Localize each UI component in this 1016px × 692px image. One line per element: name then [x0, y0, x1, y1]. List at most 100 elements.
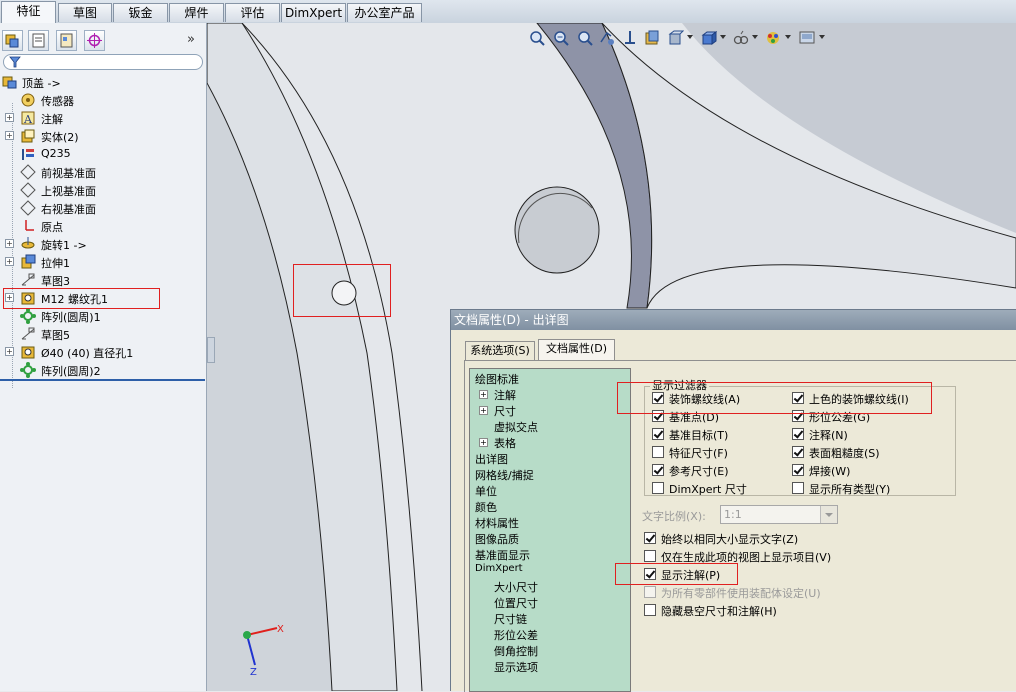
configuration-manager-tab[interactable] [56, 30, 77, 51]
nav-item[interactable]: 出详图 [475, 451, 508, 467]
expand-icon[interactable]: + [5, 113, 14, 122]
scene-dropdown-icon[interactable] [819, 35, 825, 39]
view-cube-icon[interactable] [701, 30, 718, 46]
option-checkbox[interactable] [644, 550, 656, 562]
text-scale-label: 文字比例(X): [642, 510, 706, 523]
edit-appearance-icon[interactable] [765, 30, 781, 46]
zoom-selection-icon[interactable] [577, 30, 593, 46]
tree-item[interactable]: 右视基准面 [0, 199, 206, 217]
highlight-show-annotation-box [615, 563, 738, 585]
filter-checkbox[interactable] [652, 428, 664, 440]
nav-item[interactable]: DimXpert [475, 563, 523, 574]
option-checkbox[interactable] [644, 604, 656, 616]
display-style-dropdown-icon[interactable] [687, 35, 693, 39]
expand-icon[interactable]: + [5, 257, 14, 266]
filter-checkbox[interactable] [652, 482, 664, 494]
tree-item[interactable]: 上视基准面 [0, 181, 206, 199]
zoom-area-icon[interactable] [553, 30, 569, 46]
tree-item[interactable]: + 拉伸1 [0, 253, 206, 271]
nav-item[interactable]: 单位 [475, 483, 497, 499]
hide-show-dropdown-icon[interactable] [752, 35, 758, 39]
tree-item[interactable]: 传感器 [0, 91, 206, 109]
tree-item[interactable]: 阵列(圆周)2 [0, 361, 206, 379]
tab-sheet-metal[interactable]: 钣金 [113, 3, 168, 22]
expand-icon[interactable]: + [5, 347, 14, 356]
filter-checkbox[interactable] [652, 446, 664, 458]
nav-item[interactable]: 位置尺寸 [494, 595, 538, 611]
tab-document-properties[interactable]: 文档属性(D) [538, 339, 615, 361]
tree-item[interactable]: 草图5 [0, 325, 206, 343]
filter-checkbox-label: 显示所有类型(Y) [809, 483, 891, 496]
tree-item-label: 草图5 [41, 329, 70, 342]
view-cube-dropdown-icon[interactable] [720, 35, 726, 39]
nav-item[interactable]: 注解 [494, 387, 516, 403]
rollback-bar[interactable] [0, 379, 205, 381]
nav-item[interactable]: 颜色 [475, 499, 497, 515]
tree-item[interactable]: 原点 [0, 217, 206, 235]
nav-item[interactable]: 显示选项 [494, 659, 538, 675]
expand-panel-icon[interactable]: » [187, 32, 195, 47]
tree-item[interactable]: + Ø40 (40) 直径孔1 [0, 343, 206, 361]
tree-item[interactable]: + 实体(2) [0, 127, 206, 145]
tab-dimxpert[interactable]: DimXpert [281, 3, 346, 22]
tab-evaluate[interactable]: 评估 [225, 3, 280, 22]
expand-icon[interactable]: + [479, 406, 488, 415]
scene-icon[interactable] [799, 30, 815, 46]
appearance-dropdown-icon[interactable] [785, 35, 791, 39]
extrude-icon [21, 254, 36, 269]
tab-system-options[interactable]: 系统选项(S) [465, 341, 535, 360]
revolve-icon [21, 237, 35, 249]
nav-item[interactable]: 形位公差 [494, 627, 538, 643]
nav-item[interactable]: 倒角控制 [494, 643, 538, 659]
nav-item[interactable]: 尺寸链 [494, 611, 527, 627]
expand-icon[interactable]: + [479, 438, 488, 447]
section-view-icon[interactable] [622, 30, 638, 46]
expand-icon[interactable]: + [5, 131, 14, 140]
nav-item[interactable]: 图像品质 [475, 531, 519, 547]
option-checkbox[interactable] [644, 532, 656, 544]
filter-checkbox[interactable] [792, 428, 804, 440]
filter-checkbox[interactable] [792, 482, 804, 494]
tab-sketch[interactable]: 草图 [58, 3, 112, 22]
property-manager-tab[interactable] [28, 30, 49, 51]
dimxpert-manager-tab[interactable] [84, 30, 105, 51]
nav-item[interactable]: 绘图标准 [475, 371, 519, 387]
nav-item[interactable]: 虚拟交点 [494, 419, 538, 435]
nav-item[interactable]: 表格 [494, 435, 516, 451]
view-orientation-icon[interactable] [644, 30, 660, 46]
tree-item[interactable]: + A 注解 [0, 109, 206, 127]
filter-checkbox[interactable] [792, 464, 804, 476]
circular-pattern-icon [20, 308, 36, 324]
tree-item[interactable]: 阵列(圆周)1 [0, 307, 206, 325]
filter-checkbox[interactable] [652, 464, 664, 476]
tree-filter-input[interactable] [3, 54, 203, 70]
tree-root-part[interactable]: 顶盖 -> [0, 73, 206, 91]
nav-item[interactable]: 网格线/捕捉 [475, 467, 534, 483]
zoom-to-fit-icon[interactable] [529, 30, 545, 46]
expand-icon[interactable]: + [479, 390, 488, 399]
filter-checkbox[interactable] [792, 446, 804, 458]
tab-features[interactable]: 特征 [1, 1, 56, 23]
tab-office-products[interactable]: 办公室产品 [347, 3, 422, 22]
tree-item[interactable]: + 旋转1 -> [0, 235, 206, 253]
text-scale-select[interactable]: 1:1 [720, 505, 838, 524]
expand-icon[interactable]: + [5, 239, 14, 248]
hide-show-items-icon[interactable] [733, 30, 749, 46]
panel-collapse-handle[interactable] [207, 337, 215, 363]
crosshair-icon [87, 33, 102, 48]
text-scale-value: 1:1 [724, 508, 742, 521]
annotation-icon: A [21, 111, 35, 126]
tree-item[interactable]: Q235 [0, 145, 206, 163]
tree-item[interactable]: 前视基准面 [0, 163, 206, 181]
nav-item[interactable]: 大小尺寸 [494, 579, 538, 595]
nav-item[interactable]: 尺寸 [494, 403, 516, 419]
tree-item-label: 右视基准面 [41, 203, 96, 216]
feature-manager-tab[interactable] [2, 30, 23, 51]
previous-view-icon[interactable] [599, 30, 615, 46]
display-style-icon[interactable] [668, 30, 685, 46]
nav-item[interactable]: 材料属性 [475, 515, 519, 531]
option-checkbox[interactable] [644, 586, 656, 598]
nav-item[interactable]: 基准面显示 [475, 547, 530, 563]
tab-weldments[interactable]: 焊件 [169, 3, 224, 22]
tree-item[interactable]: 草图3 [0, 271, 206, 289]
